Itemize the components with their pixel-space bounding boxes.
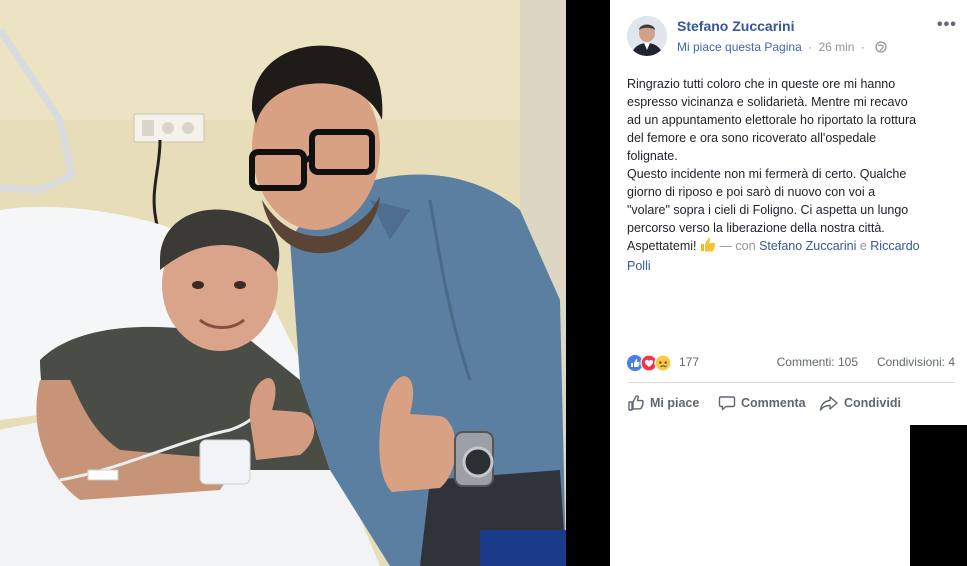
divider [627,382,955,383]
shares-count[interactable]: Condivisioni: 4 [877,355,955,369]
action-bar: Mi piace Commenta Condividi [627,392,955,416]
like-page-link[interactable]: Mi piace questa Pagina [677,40,802,54]
share-button[interactable]: Condividi [819,394,901,412]
post-text-line: Questo incidente non mi fermerà di certo… [627,167,907,181]
share-button-label: Condividi [844,396,901,410]
post-photo[interactable] [0,0,610,566]
tagged-user-link-2[interactable]: Riccardo [870,239,919,253]
like-button-label: Mi piace [650,396,700,410]
meta-separator-2: · [860,40,865,54]
author-name[interactable]: Stefano Zuccarini [677,18,794,34]
meta-separator: · [808,40,813,54]
post-text-line: Ringrazio tutti coloro che in queste ore… [627,77,896,91]
post-text-last-line: Aspettatemi! — con Stefano Zuccarini e R… [627,237,959,257]
comments-count[interactable]: Commenti: 105 [777,355,858,369]
thumbs-up-icon [628,395,644,411]
post-panel: Stefano Zuccarini Mi piace questa Pagina… [610,0,967,566]
post-text-line: espresso vicinanza e solidarietà. Mentre… [627,95,908,109]
profile-picture [627,16,667,56]
panel-background-edge [910,425,967,566]
with-label: — con [719,239,756,253]
like-button[interactable]: Mi piace [627,394,699,412]
post-text-line: ad un appuntamento elettorale ho riporta… [627,113,917,127]
more-icon[interactable]: ••• [937,16,957,34]
comment-button-label: Commenta [741,396,806,410]
closing-text: Aspettatemi! [627,239,697,253]
post-header: Stefano Zuccarini Mi piace questa Pagina… [625,14,957,58]
comment-button[interactable]: Commenta [718,394,806,412]
reactions-bar: 177 Commenti: 105 Condivisioni: 4 [627,352,955,374]
post-text-line: "volare" sopra i cieli di Foligno. Ci as… [627,203,909,217]
sad-icon [654,354,672,372]
post-meta: Mi piace questa Pagina · 26 min · [677,40,887,56]
post-text: Ringrazio tutti coloro che in queste ore… [627,75,959,275]
post-time[interactable]: 26 min [818,40,854,54]
comment-icon [718,396,736,411]
tag-conjunction: e [859,239,867,253]
photo-illustration [0,0,610,566]
thumbs-up-emoji-icon [700,237,716,257]
reaction-icons[interactable] [627,354,675,372]
post-text-line: giorno di riposo e poi sarò di nuovo con… [627,185,876,199]
reaction-count[interactable]: 177 [679,355,699,369]
share-icon [819,396,838,411]
tagged-user-link[interactable]: Stefano Zuccarini [759,239,856,253]
post-text-line: percorso verso la liberazione della nost… [627,221,885,235]
post-text-line: del femore e ora sono ricoverato all'osp… [627,131,877,145]
avatar[interactable] [627,16,667,56]
tagged-user-link-2-cont[interactable]: Polli [627,259,651,273]
globe-icon [875,41,887,56]
post-text-line: Polli [627,257,959,275]
post-text-line: folignate. [627,149,678,163]
